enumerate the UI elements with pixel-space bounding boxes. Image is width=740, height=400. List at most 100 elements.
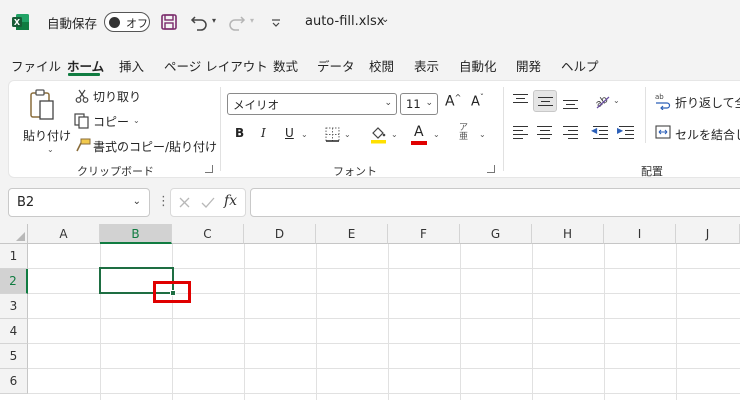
column-header-b[interactable]: B xyxy=(100,224,172,244)
customize-qat-icon[interactable] xyxy=(270,12,282,32)
tab-page-layout[interactable]: ページ レイアウト xyxy=(164,56,268,75)
underline-dropdown-icon[interactable]: ⌄ xyxy=(301,130,308,139)
row-header-1[interactable]: 1 xyxy=(0,244,28,269)
worksheet-grid: A B C D E F G H I J 1 2 3 4 5 6 xyxy=(0,224,740,400)
gridline xyxy=(28,318,740,319)
tab-data[interactable]: データ xyxy=(317,56,355,75)
column-header-e[interactable]: E xyxy=(316,224,388,244)
redo-dropdown-icon[interactable]: ▾ xyxy=(250,16,254,36)
decrease-indent-button[interactable]: ◀ xyxy=(589,121,613,143)
wrap-text-button[interactable]: 折り返して全体 xyxy=(675,94,740,111)
tab-file[interactable]: ファイル xyxy=(11,56,61,75)
tab-review[interactable]: 校閲 xyxy=(369,56,394,75)
formula-input[interactable] xyxy=(250,188,740,217)
fill-color-dropdown-icon[interactable]: ⌄ xyxy=(391,130,398,139)
borders-dropdown-icon[interactable]: ⌄ xyxy=(344,130,351,139)
decrease-font-size-icon[interactable]: Aˇ xyxy=(471,93,484,109)
format-painter-button[interactable]: 書式のコピー/貼り付け xyxy=(93,138,217,155)
copy-icon[interactable] xyxy=(74,113,90,129)
italic-button[interactable]: I xyxy=(261,126,266,140)
align-right-button[interactable] xyxy=(559,121,583,143)
row-header-6[interactable]: 6 xyxy=(0,369,28,394)
phonetic-guide-icon[interactable]: ア亜 xyxy=(459,124,468,142)
paste-dropdown-icon[interactable]: ⌄ xyxy=(47,145,54,154)
autosave-toggle[interactable]: オフ xyxy=(104,12,150,32)
wrap-text-icon[interactable]: ab xyxy=(655,92,671,110)
enter-icon[interactable] xyxy=(201,196,215,209)
format-painter-icon[interactable] xyxy=(75,138,91,152)
chevron-down-icon: ⌄ xyxy=(425,98,433,108)
increase-indent-button[interactable]: ▶ xyxy=(615,121,639,143)
cut-button[interactable]: 切り取り xyxy=(93,88,141,105)
column-header-i[interactable]: I xyxy=(604,224,676,244)
select-all-icon xyxy=(16,232,25,241)
align-middle-button[interactable] xyxy=(533,90,557,112)
tab-help[interactable]: ヘルプ xyxy=(561,56,599,75)
more-options-icon[interactable]: ⋮ xyxy=(157,194,170,209)
paste-button[interactable]: 貼り付け ⌄ xyxy=(17,87,71,157)
column-header-j[interactable]: J xyxy=(676,224,740,244)
cut-icon[interactable] xyxy=(75,89,89,103)
redo-icon[interactable] xyxy=(228,12,246,32)
orientation-icon[interactable]: ab xyxy=(593,92,611,110)
clipboard-launcher-icon[interactable] xyxy=(205,165,213,173)
svg-text:ab: ab xyxy=(594,94,611,110)
chevron-down-icon: ⌄ xyxy=(384,98,392,108)
tab-automate[interactable]: 自動化 xyxy=(459,56,497,75)
column-header-d[interactable]: D xyxy=(244,224,316,244)
column-header-g[interactable]: G xyxy=(460,224,532,244)
orientation-dropdown-icon[interactable]: ⌄ xyxy=(613,96,620,105)
borders-icon[interactable] xyxy=(325,127,340,142)
autosave-label: 自動保存 xyxy=(47,16,98,31)
align-center-button[interactable] xyxy=(533,121,557,143)
column-header-a[interactable]: A xyxy=(28,224,100,244)
select-all-button[interactable] xyxy=(0,224,28,244)
tab-view[interactable]: 表示 xyxy=(414,56,439,75)
underline-button[interactable]: U xyxy=(285,126,294,140)
font-color-dropdown-icon[interactable]: ⌄ xyxy=(433,130,440,139)
cancel-icon[interactable] xyxy=(178,196,191,209)
phonetic-dropdown-icon[interactable]: ⌄ xyxy=(479,130,486,139)
align-left-button[interactable] xyxy=(509,121,533,143)
undo-icon[interactable] xyxy=(190,12,208,32)
align-bottom-button[interactable] xyxy=(559,90,583,112)
copy-dropdown-icon[interactable]: ⌄ xyxy=(133,116,140,125)
file-name[interactable]: auto-fill.xlsx xyxy=(305,14,385,29)
merge-center-button[interactable]: セルを結合して xyxy=(675,126,740,143)
alignment-group-label: 配置 xyxy=(641,165,663,178)
undo-dropdown-icon[interactable]: ▾ xyxy=(212,16,216,36)
row-header-4[interactable]: 4 xyxy=(0,319,28,344)
merge-center-icon[interactable] xyxy=(655,125,671,139)
bold-button[interactable]: B xyxy=(235,126,244,140)
fill-color-icon[interactable] xyxy=(370,125,387,144)
divider xyxy=(503,87,504,171)
column-header-h[interactable]: H xyxy=(532,224,604,244)
font-color-button[interactable]: A xyxy=(414,124,424,140)
font-name-select[interactable]: メイリオ ⌄ xyxy=(227,93,397,115)
name-box[interactable]: B2 ⌄ xyxy=(8,188,150,217)
row-header-5[interactable]: 5 xyxy=(0,344,28,369)
font-launcher-icon[interactable] xyxy=(487,165,495,173)
row-header-2[interactable]: 2 xyxy=(0,269,28,294)
autosave-state: オフ xyxy=(126,17,148,30)
row-header-3[interactable]: 3 xyxy=(0,294,28,319)
column-header-c[interactable]: C xyxy=(172,224,244,244)
chevron-down-icon[interactable]: ⌄ xyxy=(133,196,141,207)
font-color-swatch xyxy=(411,141,427,145)
copy-button[interactable]: コピー xyxy=(93,113,129,130)
arrow-right-icon: ▶ xyxy=(617,126,624,135)
font-size-value: 11 xyxy=(406,97,421,111)
column-header-f[interactable]: F xyxy=(388,224,460,244)
insert-function-button[interactable]: fx xyxy=(224,193,237,209)
align-top-button[interactable] xyxy=(509,90,533,112)
divider xyxy=(645,87,646,143)
tab-developer[interactable]: 開発 xyxy=(516,56,541,75)
clipboard-group-label: クリップボード xyxy=(77,165,154,178)
increase-font-size-icon[interactable]: A^ xyxy=(445,93,461,110)
tab-insert[interactable]: 挿入 xyxy=(119,56,144,75)
font-size-select[interactable]: 11 ⌄ xyxy=(400,93,438,115)
svg-text:X: X xyxy=(14,18,21,27)
save-icon[interactable] xyxy=(160,12,178,32)
chevron-down-icon[interactable]: ⌄ xyxy=(381,14,389,25)
tab-formulas[interactable]: 数式 xyxy=(273,56,298,75)
